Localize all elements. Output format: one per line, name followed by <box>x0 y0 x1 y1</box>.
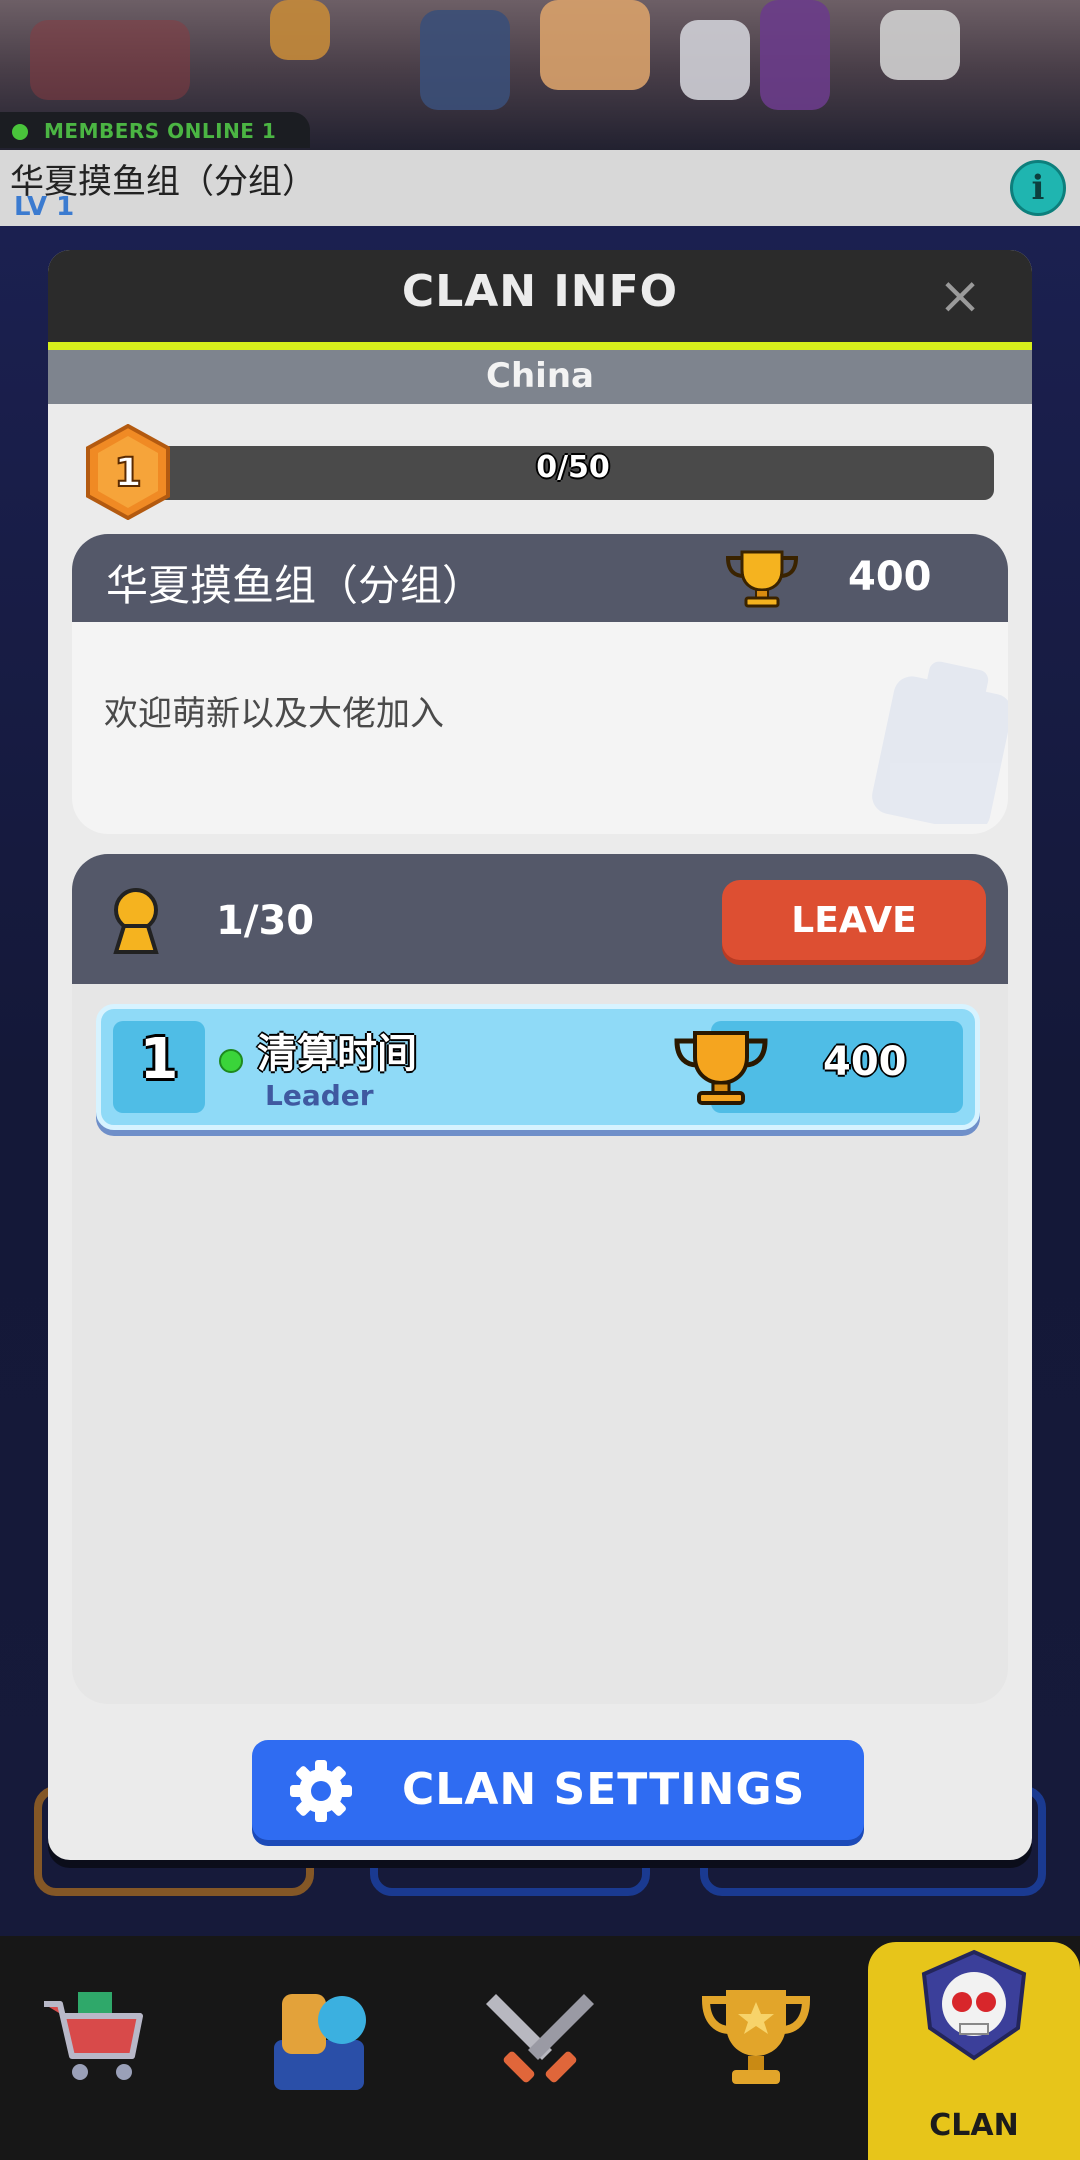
nav-trophies[interactable] <box>648 1936 864 2160</box>
member-rank: 1 <box>139 1027 179 1092</box>
battle-swords-icon <box>486 1994 594 2083</box>
member-name: 清算时间 <box>257 1031 417 1077</box>
close-icon[interactable]: × <box>936 270 984 322</box>
member-online-icon <box>219 1049 243 1073</box>
trophy-icon <box>674 1031 768 1105</box>
info-icon[interactable]: i <box>1010 160 1066 216</box>
clan-skull-icon <box>921 1949 1027 2061</box>
clipboard-icon <box>872 661 1008 824</box>
member-row[interactable]: 1 清算时间 Leader 400 <box>96 1004 980 1130</box>
clan-region: China <box>486 356 594 396</box>
shop-cart-icon <box>44 1992 143 2080</box>
gear-icon <box>290 1760 352 1822</box>
clan-info-modal: CLAN INFO × China 0/50 1 华夏摸鱼组（分组） 400 欢… <box>48 250 1032 1860</box>
clan-level-number: 1 <box>114 450 142 496</box>
clan-description-card: 华夏摸鱼组（分组） 400 欢迎萌新以及大佬加入 <box>72 534 1008 834</box>
level-badge-icon: 1 <box>86 424 170 520</box>
member-icon <box>113 888 159 954</box>
clan-settings-button[interactable]: CLAN SETTINGS <box>252 1740 864 1840</box>
nav-shop[interactable] <box>0 1936 216 2160</box>
member-role: Leader <box>265 1079 374 1112</box>
clan-description: 欢迎萌新以及大佬加入 <box>104 694 444 734</box>
member-trophy-count: 400 <box>823 1039 907 1085</box>
modal-title: CLAN INFO <box>401 266 679 317</box>
collection-icon <box>274 1994 366 2090</box>
nav-battle[interactable] <box>432 1936 648 2160</box>
members-online-text: MEMBERS ONLINE 1 <box>44 119 277 143</box>
clan-xp-text: 0/50 <box>536 450 610 485</box>
clan-name: 华夏摸鱼组（分组） <box>106 561 485 610</box>
leave-button[interactable]: LEAVE <box>722 880 986 960</box>
trophy-icon <box>725 550 799 608</box>
title-divider <box>48 342 1032 350</box>
clan-settings-label: CLAN SETTINGS <box>402 1764 806 1815</box>
clan-trophy-count: 400 <box>848 554 932 600</box>
nav-collection[interactable] <box>216 1936 432 2160</box>
clan-members-card: 1/30 LEAVE 1 清算时间 Leader 400 <box>72 854 1008 1704</box>
nav-clan-label: CLAN <box>929 2108 1019 2143</box>
clan-header-level: LV 1 <box>14 192 75 222</box>
member-count: 1/30 <box>216 898 315 944</box>
trophy-icon <box>701 1990 811 2084</box>
online-status-icon <box>12 124 28 140</box>
